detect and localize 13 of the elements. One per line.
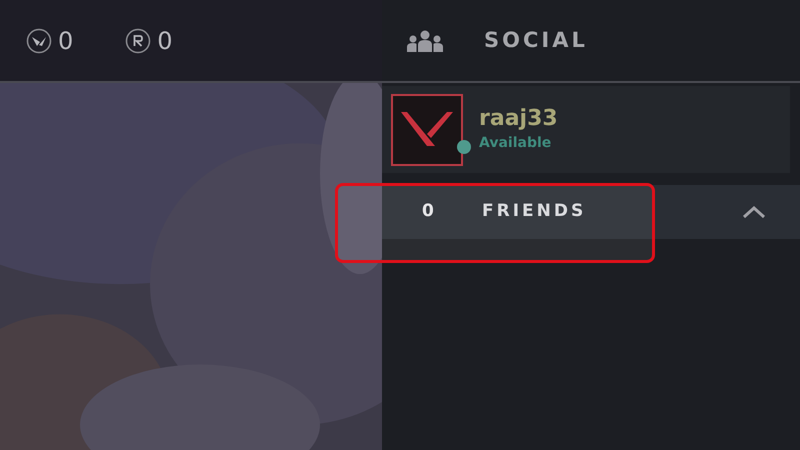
people-icon (406, 28, 444, 52)
avatar-icon[interactable] (391, 94, 463, 166)
friends-header[interactable]: 0 FRIENDS (382, 185, 800, 239)
r-coin-icon (125, 28, 152, 54)
caret-up-icon[interactable] (742, 205, 766, 219)
social-title: SOCIAL (484, 26, 588, 54)
player-name: raaj33 (479, 105, 558, 133)
currency-amount: 0 (58, 26, 74, 56)
status-text: Available (479, 134, 552, 153)
friends-label: FRIENDS (482, 200, 586, 224)
friends-count: 0 (422, 200, 435, 224)
currency-amount: 0 (157, 26, 173, 56)
v-coin-icon (26, 28, 52, 54)
